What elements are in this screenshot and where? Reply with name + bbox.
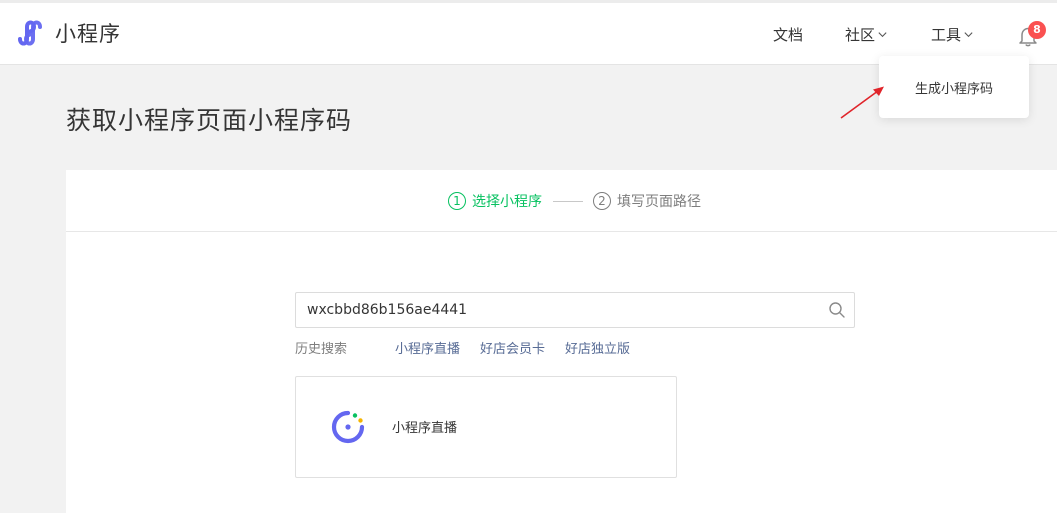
step-2-number: 2 <box>593 192 611 210</box>
main-card: 1 选择小程序 2 填写页面路径 历史搜索 小程序直播 好店会员卡 好店独立版 … <box>66 170 1057 513</box>
nav-tools-label: 工具 <box>931 25 962 44</box>
step-2-label: 填写页面路径 <box>617 194 701 210</box>
step-1: 1 选择小程序 <box>448 191 542 211</box>
chevron-down-icon <box>878 31 887 37</box>
result-app-name: 小程序直播 <box>392 421 458 436</box>
menu-item-generate-code[interactable]: 生成小程序码 <box>879 56 1029 118</box>
step-2: 2 填写页面路径 <box>593 191 701 211</box>
annotation-arrow-icon <box>840 86 884 119</box>
live-stream-app-icon <box>331 410 365 444</box>
search-history: 历史搜索 小程序直播 好店会员卡 好店独立版 <box>295 340 650 360</box>
search-result-card[interactable]: 小程序直播 <box>295 376 677 478</box>
page-title: 获取小程序页面小程序码 <box>66 106 353 135</box>
history-item[interactable]: 好店独立版 <box>565 340 630 360</box>
step-indicator: 1 选择小程序 2 填写页面路径 <box>66 170 1057 232</box>
history-item[interactable]: 小程序直播 <box>395 340 460 360</box>
search-icon[interactable] <box>828 301 846 319</box>
history-label: 历史搜索 <box>295 342 348 357</box>
nav-docs-label: 文档 <box>773 25 804 44</box>
tools-dropdown-menu: 生成小程序码 <box>879 56 1029 118</box>
step-1-label: 选择小程序 <box>472 194 542 210</box>
step-connector <box>553 201 583 202</box>
nav-community-label: 社区 <box>845 25 876 44</box>
logo[interactable]: 小程序 <box>14 17 121 49</box>
appid-search-input[interactable] <box>296 293 816 327</box>
chevron-down-icon <box>964 31 973 37</box>
history-item[interactable]: 好店会员卡 <box>480 340 545 360</box>
step-1-number: 1 <box>448 192 466 210</box>
logo-text: 小程序 <box>55 22 121 46</box>
miniprogram-logo-icon <box>18 20 42 46</box>
notification-badge: 8 <box>1028 21 1046 39</box>
nav-docs[interactable]: 文档 <box>773 3 803 65</box>
search-box <box>295 292 855 328</box>
